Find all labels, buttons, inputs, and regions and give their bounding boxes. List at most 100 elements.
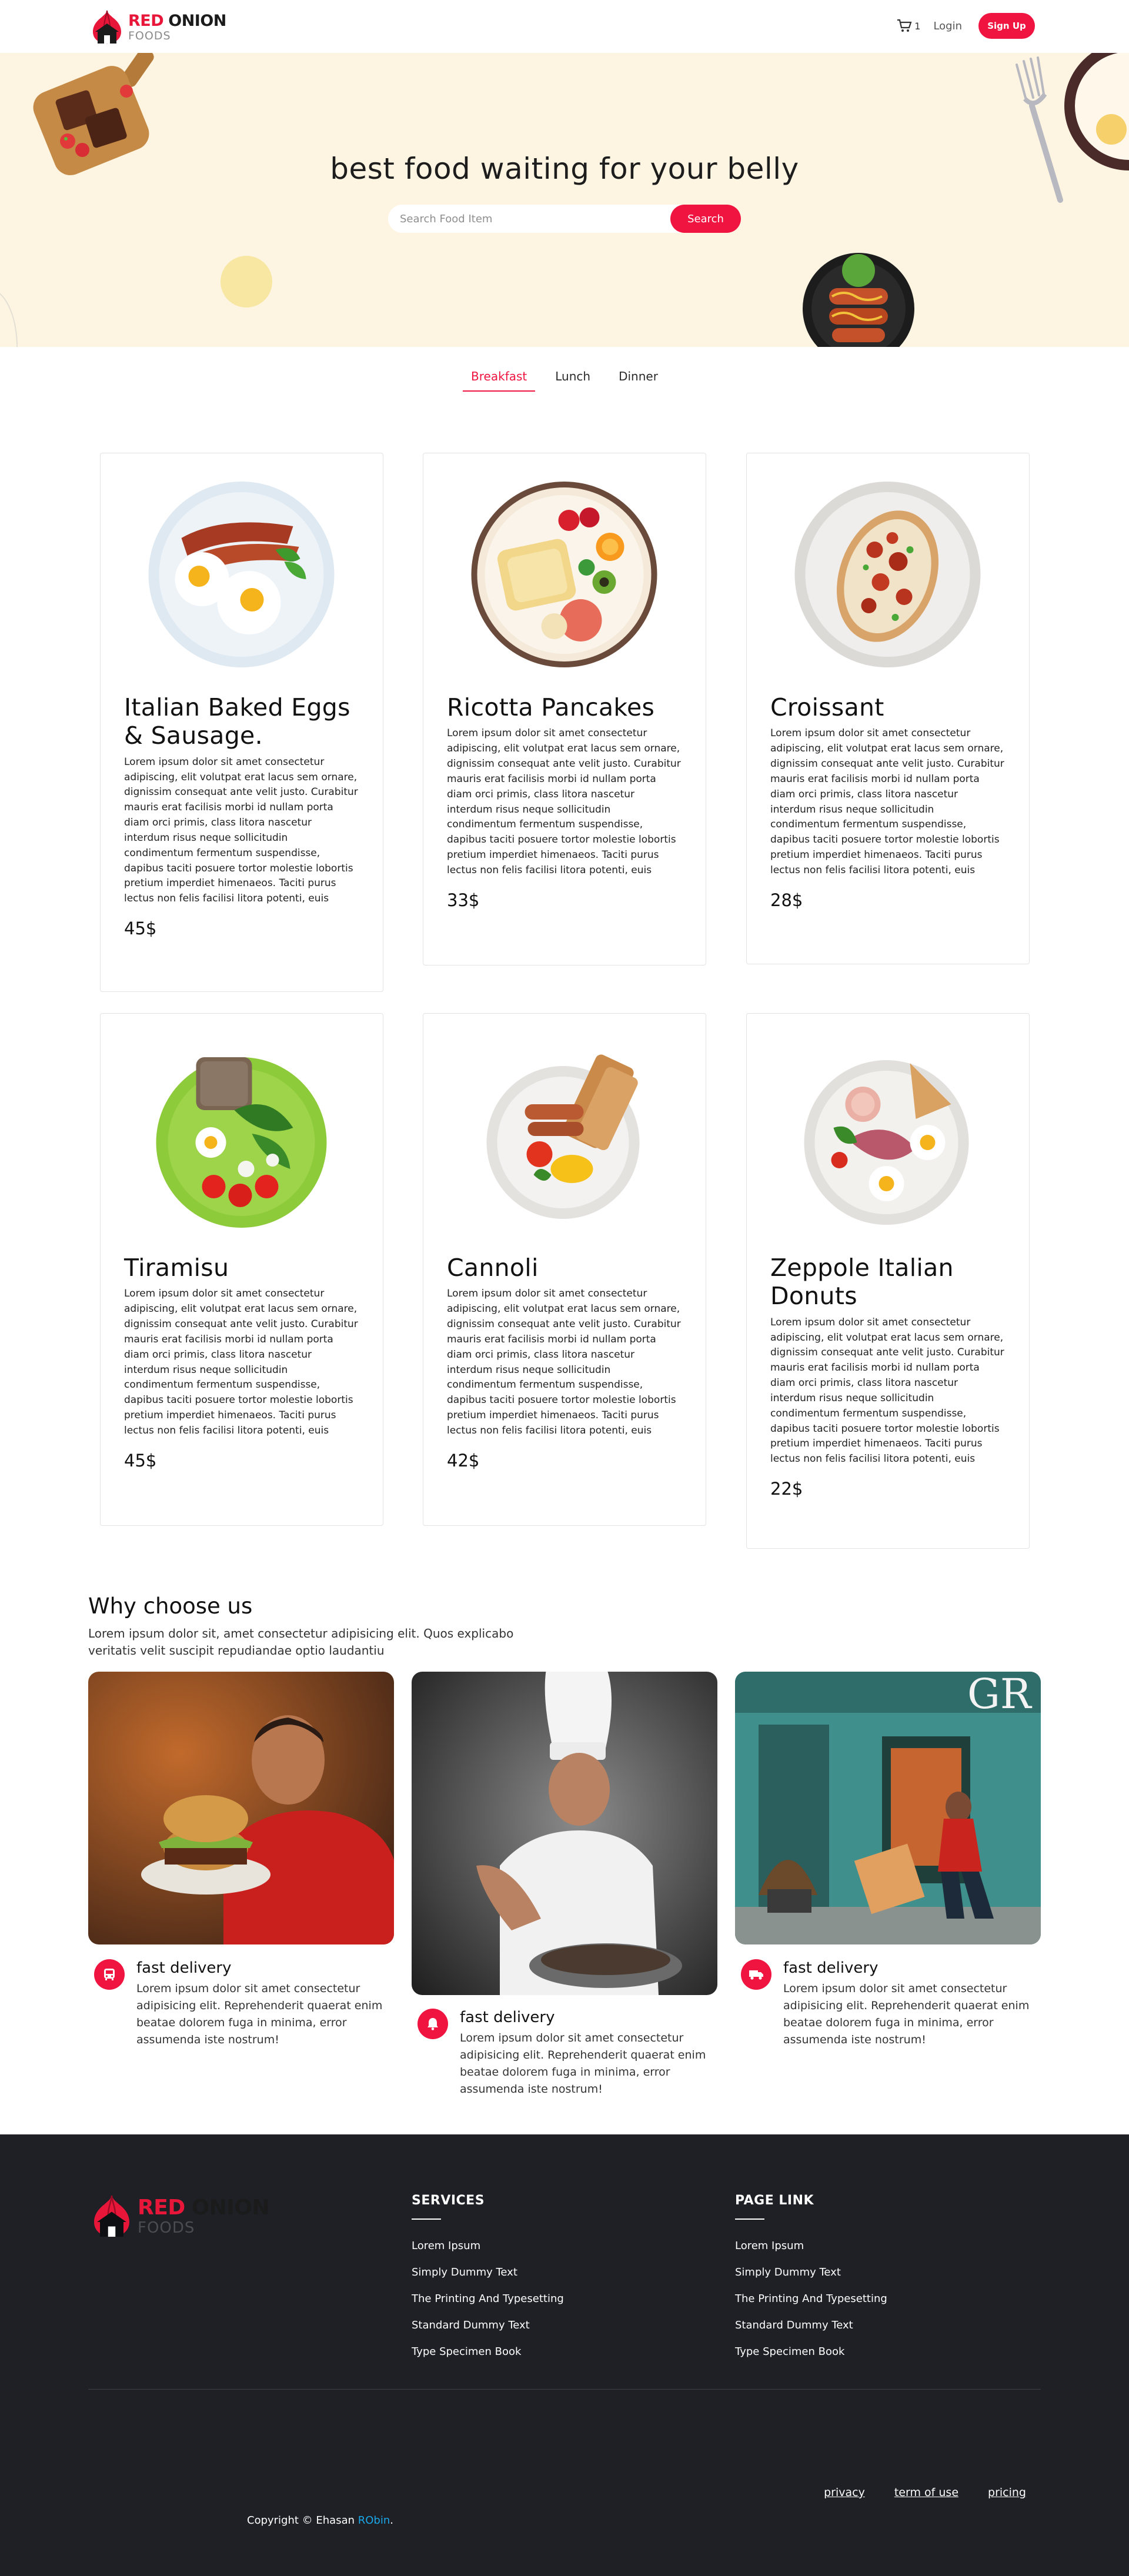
brand-logo[interactable]: RED ONION FOODS — [88, 8, 226, 46]
brand-name-red: RED — [138, 2195, 185, 2220]
card-description: Lorem ipsum dolor sit amet consectetur a… — [124, 756, 358, 905]
card-title: Italian Baked Eggs & Sausage. — [124, 693, 350, 750]
card-price: 33$ — [447, 890, 480, 910]
feature-description: Lorem ipsum dolor sit amet consectetur a… — [783, 1982, 1030, 2046]
brand-name-dark: ONION — [191, 2195, 270, 2220]
card-description: Lorem ipsum dolor sit amet consectetur a… — [124, 1288, 358, 1436]
header-nav: 1 Login Sign Up — [897, 13, 1035, 39]
bell-icon — [417, 2009, 448, 2039]
card-price: 45$ — [124, 918, 157, 939]
card-description: Lorem ipsum dolor sit amet consectetur a… — [447, 1288, 681, 1436]
tab-breakfast[interactable]: Breakfast — [463, 369, 536, 392]
food-grid: Italian Baked Eggs & Sausage. Lorem ipsu… — [0, 453, 1129, 1593]
bus-icon — [94, 1959, 125, 1990]
food-card[interactable]: Tiramisu Lorem ipsum dolor sit amet cons… — [100, 1013, 383, 1526]
footer-divider — [88, 2389, 1041, 2390]
footer-link[interactable]: Standard Dummy Text — [412, 2319, 564, 2346]
tab-dinner[interactable]: Dinner — [610, 369, 666, 390]
footer-link[interactable]: Standard Dummy Text — [735, 2319, 887, 2346]
footer-link[interactable]: Lorem Ipsum — [412, 2240, 564, 2266]
brand-sub: FOODS — [138, 2218, 195, 2237]
card-description: Lorem ipsum dolor sit amet consectetur a… — [447, 727, 681, 876]
footer-link[interactable]: Simply Dummy Text — [412, 2266, 564, 2293]
cart-button[interactable]: 1 — [897, 19, 920, 33]
tab-lunch[interactable]: Lunch — [547, 369, 599, 390]
onion-logo-icon — [93, 10, 121, 44]
pricing-link[interactable]: pricing — [988, 2486, 1026, 2499]
brand-name-red: RED — [128, 11, 164, 30]
footer-pagelink-title: PAGE LINK — [735, 2193, 814, 2208]
food-image-fruit-toast — [471, 482, 657, 667]
signup-button[interactable]: Sign Up — [978, 13, 1035, 39]
card-title: Zeppole Italian Donuts — [770, 1254, 954, 1311]
feature-title: fast delivery — [460, 2009, 555, 2026]
footer-services-title: SERVICES — [412, 2193, 485, 2208]
feature-item: fast delivery Lorem ipsum dolor sit amet… — [417, 2009, 719, 2098]
why-subtitle: Lorem ipsum dolor sit, amet consectetur … — [88, 1626, 514, 1658]
food-card[interactable]: Ricotta Pancakes Lorem ipsum dolor sit a… — [423, 453, 706, 965]
arc-decoration — [0, 288, 18, 347]
sausage-pan-image — [803, 253, 914, 347]
footer-link[interactable]: Lorem Ipsum — [735, 2240, 887, 2266]
search-bar: Search — [388, 205, 741, 233]
footer-link[interactable]: Type Specimen Book — [412, 2346, 564, 2372]
why-title: Why choose us — [88, 1593, 253, 1619]
food-image-bacon-toast — [794, 482, 981, 667]
footer-link[interactable]: Type Specimen Book — [735, 2346, 887, 2372]
food-image-toast-sausage — [486, 1054, 640, 1219]
card-price: 42$ — [447, 1450, 480, 1471]
card-description: Lorem ipsum dolor sit amet consectetur a… — [770, 727, 1004, 876]
footer-link[interactable]: The Printing And Typesetting — [412, 2293, 564, 2319]
footer-page-links: PAGE LINK Lorem Ipsum Simply Dummy Text … — [735, 2193, 887, 2372]
hero-title: best food waiting for your belly — [330, 152, 799, 186]
onion-logo-icon — [94, 2195, 129, 2237]
site-footer: RED ONION FOODS SERVICES Lorem Ipsum Sim… — [0, 2134, 1129, 2576]
photo-chef — [412, 1672, 717, 1995]
meal-tabs: Breakfast Lunch Dinner — [0, 347, 1129, 453]
hero-banner: best food waiting for your belly Search — [0, 53, 1129, 347]
yellow-circle-decoration — [221, 256, 272, 308]
card-price: 22$ — [770, 1479, 803, 1499]
photo-delivery-man: GR — [735, 1672, 1041, 1944]
food-image-green-salad — [156, 1057, 327, 1228]
food-card[interactable]: Italian Baked Eggs & Sausage. Lorem ipsu… — [100, 453, 383, 992]
brand-sub: FOODS — [128, 29, 171, 42]
cart-icon — [897, 19, 912, 32]
privacy-link[interactable]: privacy — [824, 2486, 865, 2499]
food-card[interactable]: Zeppole Italian Donuts Lorem ipsum dolor… — [746, 1013, 1030, 1549]
title-underline — [412, 2218, 441, 2220]
cart-count: 1 — [914, 20, 921, 32]
svg-text:GR: GR — [967, 1672, 1033, 1718]
login-link[interactable]: Login — [933, 20, 962, 32]
feature-description: Lorem ipsum dolor sit amet consectetur a… — [136, 1982, 383, 2046]
feature-title: fast delivery — [136, 1959, 232, 1977]
card-description: Lorem ipsum dolor sit amet consectetur a… — [770, 1316, 1004, 1465]
card-title: Ricotta Pancakes — [447, 693, 655, 721]
card-title: Croissant — [770, 693, 884, 721]
card-title: Cannoli — [447, 1254, 539, 1282]
feature-item: fast delivery Lorem ipsum dolor sit amet… — [94, 1959, 395, 2049]
feature-description: Lorem ipsum dolor sit amet consectetur a… — [460, 2032, 706, 2096]
card-price: 28$ — [770, 890, 803, 910]
food-card[interactable]: Croissant Lorem ipsum dolor sit amet con… — [746, 453, 1030, 964]
footer-logo[interactable]: RED ONION FOODS — [88, 2192, 270, 2240]
search-button[interactable]: Search — [670, 205, 741, 233]
card-price: 45$ — [124, 1450, 157, 1471]
footer-services: SERVICES Lorem Ipsum Simply Dummy Text T… — [412, 2193, 564, 2372]
site-header: RED ONION FOODS 1 Login Sign Up — [0, 0, 1129, 53]
brand-name-dark: ONION — [168, 11, 226, 30]
footer-link[interactable]: Simply Dummy Text — [735, 2266, 887, 2293]
why-choose-us: Why choose us Lorem ipsum dolor sit, ame… — [0, 1593, 1129, 2134]
author-link[interactable]: RObin — [358, 2514, 390, 2527]
photo-burger-server — [88, 1672, 394, 1944]
feature-item: fast delivery Lorem ipsum dolor sit amet… — [741, 1959, 1042, 2049]
title-underline — [735, 2218, 764, 2220]
copyright: Copyright © Ehasan RObin. — [247, 2514, 393, 2527]
food-image-ham-eggs — [804, 1060, 969, 1225]
footer-link[interactable]: The Printing And Typesetting — [735, 2293, 887, 2319]
legal-links: privacy term of use pricing — [794, 2486, 1026, 2499]
terms-link[interactable]: term of use — [894, 2486, 958, 2499]
card-title: Tiramisu — [124, 1254, 229, 1282]
food-card[interactable]: Cannoli Lorem ipsum dolor sit amet conse… — [423, 1013, 706, 1526]
truck-icon — [741, 1959, 771, 1990]
